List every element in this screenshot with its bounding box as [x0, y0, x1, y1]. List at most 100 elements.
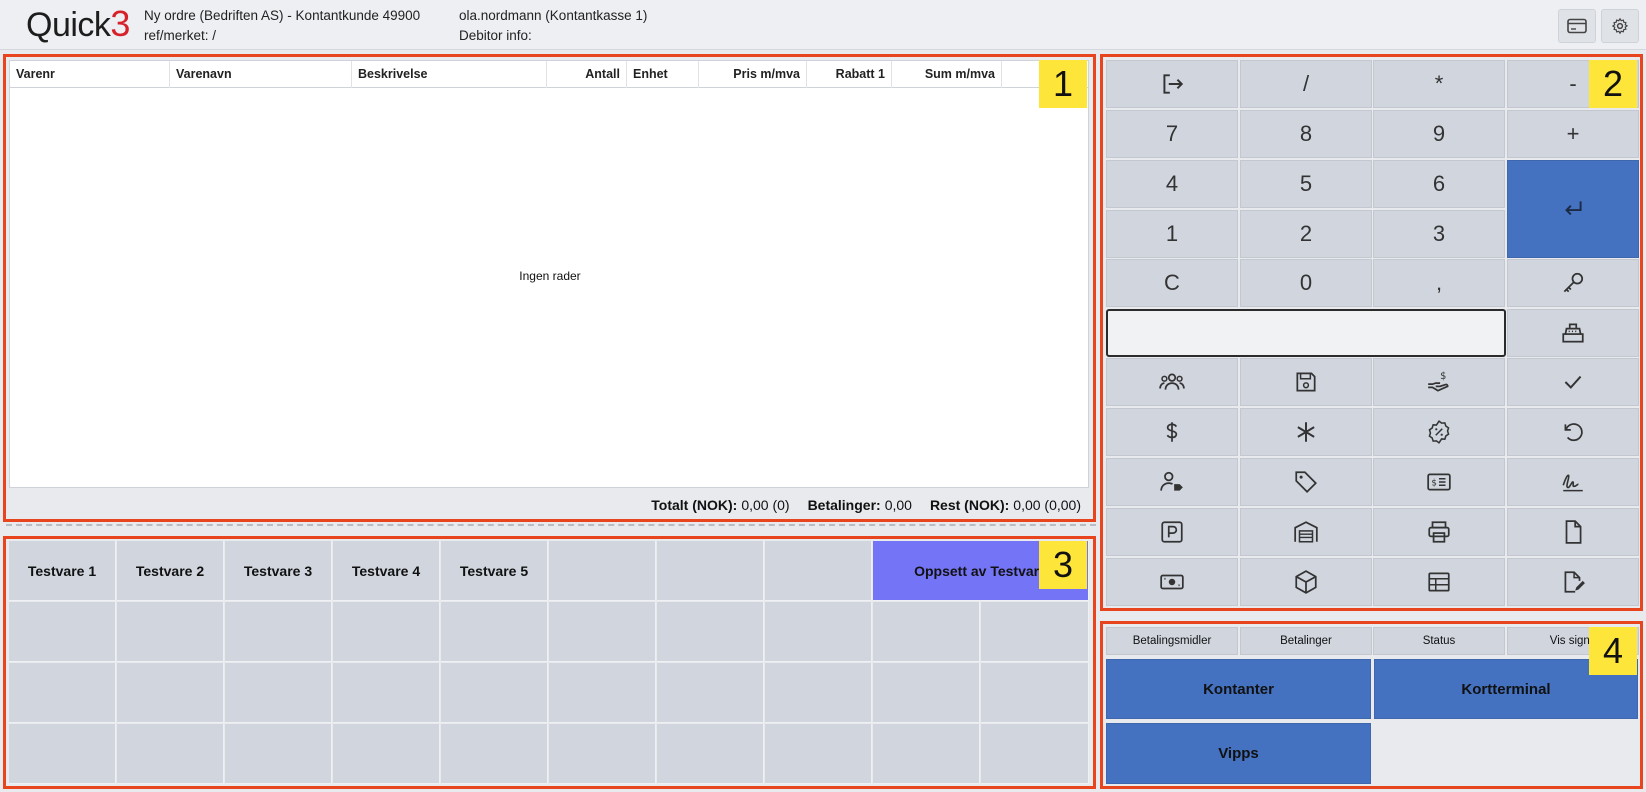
col-pris[interactable]: Pris m/mva — [699, 61, 807, 88]
product-tile-empty[interactable] — [117, 724, 224, 784]
table-view-button[interactable] — [1373, 558, 1505, 606]
product-tile-empty[interactable] — [9, 663, 116, 723]
col-varenavn[interactable]: Varenavn — [170, 61, 352, 88]
enter-button[interactable] — [1507, 160, 1639, 258]
key-button[interactable] — [1507, 259, 1639, 307]
product-tile-empty[interactable] — [333, 663, 440, 723]
tag-icon — [1295, 471, 1317, 493]
payments-value: 0,00 — [884, 497, 912, 513]
price-button[interactable] — [1106, 408, 1238, 456]
key-divide[interactable]: / — [1240, 60, 1372, 108]
product-tile-4[interactable]: Testvare 4 — [333, 541, 440, 601]
product-tile-empty[interactable] — [441, 724, 548, 784]
product-tile-empty[interactable] — [549, 724, 656, 784]
product-tile-empty[interactable] — [549, 663, 656, 723]
product-tile-empty[interactable] — [765, 724, 872, 784]
key-0[interactable]: 0 — [1240, 259, 1372, 307]
rest-value: 0,00 (0,00) — [1013, 497, 1081, 513]
undo-button[interactable] — [1507, 408, 1639, 456]
key-2[interactable]: 2 — [1240, 210, 1372, 258]
product-tile-empty[interactable] — [981, 724, 1089, 784]
tab-betalingsmidler[interactable]: Betalingsmidler — [1106, 627, 1238, 655]
signature-button[interactable] — [1507, 458, 1639, 506]
vipps-button[interactable]: Vipps — [1106, 723, 1371, 784]
cash-register-button[interactable] — [1507, 309, 1639, 357]
col-enhet[interactable]: Enhet — [627, 61, 699, 88]
product-tile-empty[interactable] — [225, 724, 332, 784]
product-tile-empty[interactable] — [765, 663, 872, 723]
product-tile-empty[interactable] — [657, 663, 764, 723]
product-tile-3[interactable]: Testvare 3 — [225, 541, 332, 601]
product-tile-empty[interactable] — [117, 663, 224, 723]
asterisk-button[interactable] — [1240, 408, 1372, 456]
document-icon — [1565, 520, 1582, 544]
product-tile-7[interactable] — [657, 541, 764, 601]
customer-price-button[interactable] — [1106, 458, 1238, 506]
warehouse-button[interactable] — [1240, 508, 1372, 556]
parking-button[interactable] — [1106, 508, 1238, 556]
key-7[interactable]: 7 — [1106, 110, 1238, 158]
card-button[interactable] — [1558, 9, 1596, 43]
product-tile-8[interactable] — [765, 541, 872, 601]
key-6[interactable]: 6 — [1373, 160, 1505, 208]
product-tile-empty[interactable] — [657, 602, 764, 662]
product-tile-empty[interactable] — [765, 602, 872, 662]
customers-button[interactable] — [1106, 358, 1238, 406]
product-tile-empty[interactable] — [9, 602, 116, 662]
col-beskrivelse[interactable]: Beskrivelse — [352, 61, 547, 88]
product-tile-2[interactable]: Testvare 2 — [117, 541, 224, 601]
product-tile-empty[interactable] — [225, 602, 332, 662]
confirm-button[interactable] — [1507, 358, 1639, 406]
bill-button[interactable]: $ — [1373, 458, 1505, 506]
document-button[interactable] — [1507, 508, 1639, 556]
product-tile-empty[interactable] — [657, 724, 764, 784]
product-tile-empty[interactable] — [225, 663, 332, 723]
save-button[interactable] — [1240, 358, 1372, 406]
key-5[interactable]: 5 — [1240, 160, 1372, 208]
product-tile-empty[interactable] — [549, 602, 656, 662]
key-3[interactable]: 3 — [1373, 210, 1505, 258]
region-badge-2: 2 — [1589, 60, 1637, 108]
product-tile-5[interactable]: Testvare 5 — [441, 541, 548, 601]
print-button[interactable] — [1373, 508, 1505, 556]
cash-payment-button[interactable]: Kontanter — [1106, 659, 1371, 719]
col-antall[interactable]: Antall — [547, 61, 627, 88]
product-tile-empty[interactable] — [981, 602, 1089, 662]
key-multiply[interactable]: * — [1373, 60, 1505, 108]
key-8[interactable]: 8 — [1240, 110, 1372, 158]
product-tile-empty[interactable] — [441, 602, 548, 662]
key-4[interactable]: 4 — [1106, 160, 1238, 208]
product-tile-empty[interactable] — [981, 663, 1089, 723]
tab-status[interactable]: Status — [1373, 627, 1505, 655]
col-sum[interactable]: Sum m/mva — [892, 61, 1002, 88]
product-tile-6[interactable] — [549, 541, 656, 601]
product-tile-1[interactable]: Testvare 1 — [9, 541, 116, 601]
col-varenr[interactable]: Varenr — [10, 61, 170, 88]
key-clear[interactable]: C — [1106, 259, 1238, 307]
key-plus[interactable]: + — [1507, 110, 1639, 158]
product-tile-empty[interactable] — [333, 602, 440, 662]
settings-button[interactable] — [1601, 9, 1639, 43]
product-tile-empty[interactable] — [873, 663, 980, 723]
edit-document-button[interactable] — [1507, 558, 1639, 606]
product-tile-empty[interactable] — [873, 602, 980, 662]
key-9[interactable]: 9 — [1373, 110, 1505, 158]
numpad-input[interactable] — [1106, 309, 1506, 357]
check-icon — [1564, 375, 1582, 389]
product-tile-empty[interactable] — [333, 724, 440, 784]
product-tile-empty[interactable] — [9, 724, 116, 784]
product-tile-empty[interactable] — [873, 724, 980, 784]
key-1[interactable]: 1 — [1106, 210, 1238, 258]
product-tile-empty[interactable] — [441, 663, 548, 723]
col-rabatt[interactable]: Rabatt 1 — [807, 61, 892, 88]
discount-button[interactable] — [1373, 408, 1505, 456]
tag-button[interactable] — [1240, 458, 1372, 506]
tab-betalinger[interactable]: Betalinger — [1240, 627, 1372, 655]
key-comma[interactable]: , — [1373, 259, 1505, 307]
product-tile-empty[interactable] — [117, 602, 224, 662]
logout-button[interactable] — [1106, 60, 1238, 108]
cash-drawer-button[interactable] — [1106, 558, 1238, 606]
payments-label: Betalinger: — [807, 497, 881, 513]
product-button[interactable] — [1240, 558, 1372, 606]
pay-out-button[interactable]: $ — [1373, 358, 1505, 406]
